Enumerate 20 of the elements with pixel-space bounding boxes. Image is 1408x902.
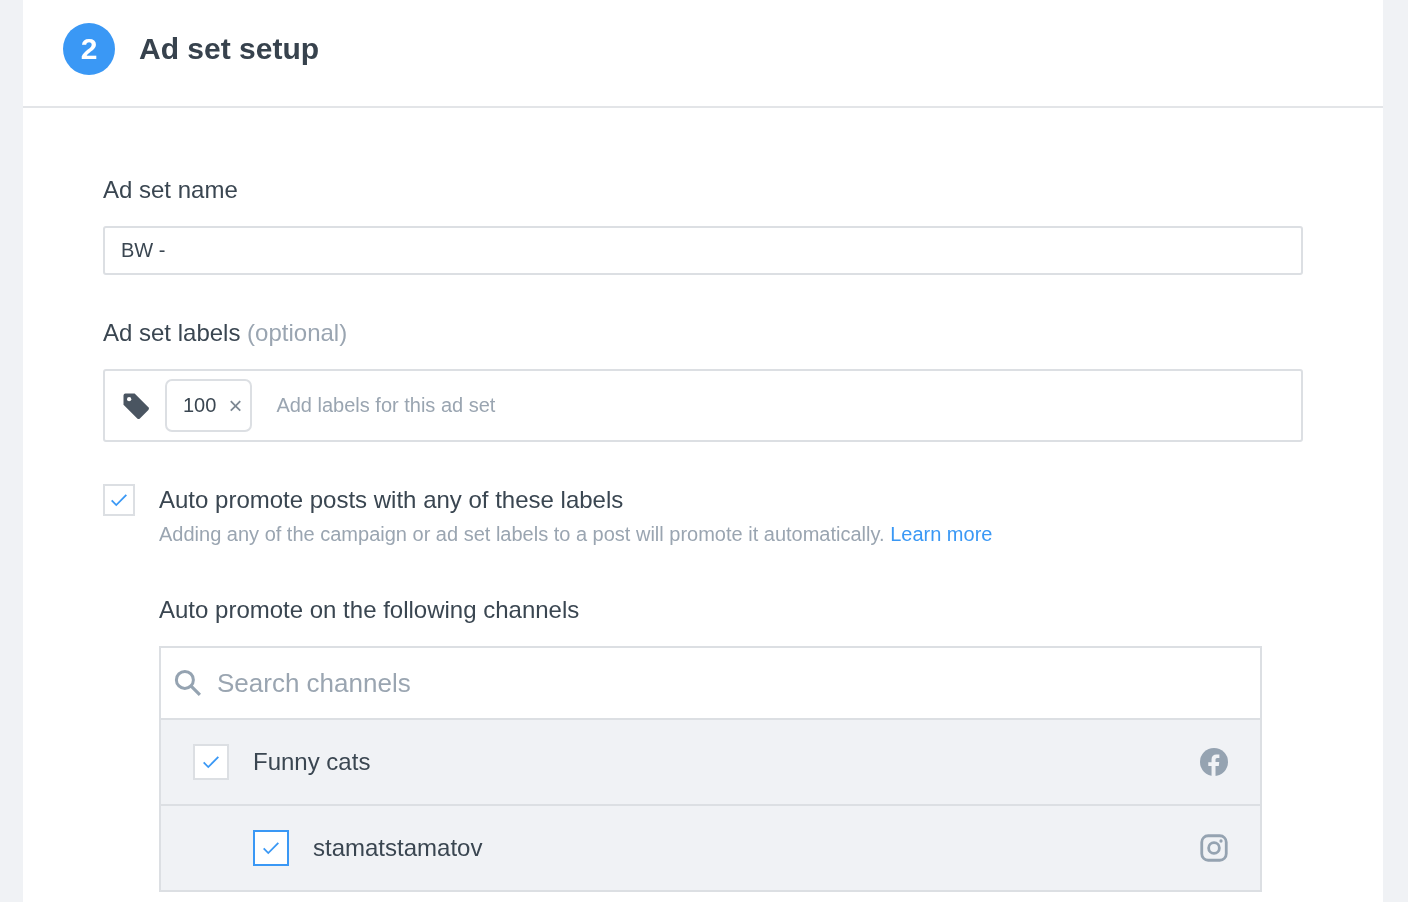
option-description: Adding any of the campaign or ad set labels to a post will promote it automatically. Learn more bbox=[159, 522, 993, 547]
channel-name: stamatstamatov bbox=[313, 834, 484, 862]
section-title: Ad set setup bbox=[139, 32, 320, 66]
instagram-icon bbox=[1200, 834, 1228, 862]
facebook-icon bbox=[1200, 748, 1228, 776]
labels-field[interactable]: 100 × Add labels for this ad set bbox=[103, 369, 1303, 442]
remove-button[interactable]: × bbox=[228, 393, 243, 418]
field-label: Ad set labels (optional) bbox=[103, 318, 349, 348]
channel-row[interactable]: Funny cats bbox=[161, 720, 1260, 806]
channel-row[interactable]: stamatstamatov bbox=[161, 806, 1260, 892]
field-label: Ad set name bbox=[103, 175, 239, 205]
input-field[interactable]: BW - bbox=[103, 226, 1303, 275]
chip-text: 100 bbox=[183, 394, 217, 417]
search-icon bbox=[173, 668, 203, 698]
field-label: Auto promote on the following channels bbox=[159, 595, 581, 625]
checkbox[interactable] bbox=[253, 830, 289, 866]
search-field[interactable]: Search channels bbox=[215, 666, 1260, 700]
channel-name: Funny cats bbox=[253, 748, 372, 776]
option-title: Auto promote posts with any of these labels bbox=[159, 485, 625, 515]
step-number: 2 bbox=[63, 23, 115, 75]
